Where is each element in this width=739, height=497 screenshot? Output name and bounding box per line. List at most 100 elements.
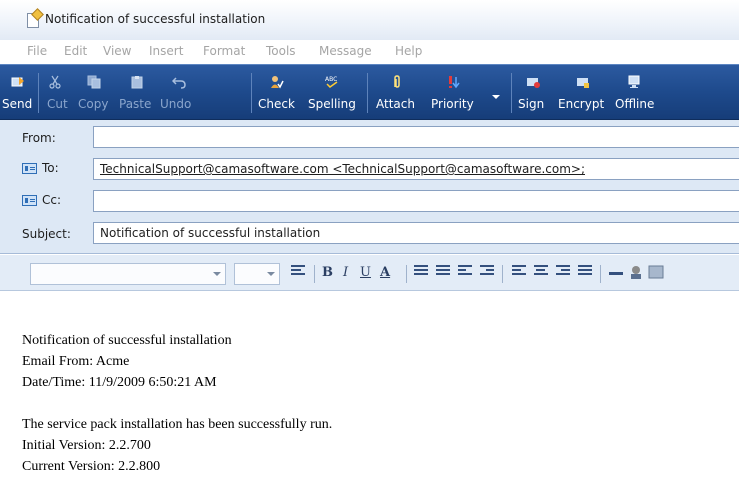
title-bar: Notification of successful installation: [0, 0, 739, 40]
send-label: Send: [2, 97, 33, 111]
undo-icon: [172, 77, 186, 89]
to-button[interactable]: To:: [20, 160, 72, 178]
bold-button[interactable]: B: [322, 265, 333, 280]
underline-button[interactable]: U: [360, 265, 371, 280]
offline-icon: [628, 75, 640, 88]
undo-button[interactable]: Undo: [158, 69, 198, 117]
format-separator: [600, 265, 601, 283]
encrypt-label: Encrypt: [558, 97, 605, 111]
horizontal-line-icon[interactable]: [609, 272, 623, 275]
send-button[interactable]: Send: [0, 69, 36, 117]
align-center-icon[interactable]: [534, 265, 548, 279]
toolbar-separator: [367, 73, 368, 113]
spelling-icon: ABC: [325, 76, 338, 88]
new-message-icon: [27, 13, 39, 28]
font-name-select[interactable]: [30, 263, 226, 285]
chevron-down-icon: [267, 272, 275, 276]
format-separator: [406, 265, 407, 283]
attach-label: Attach: [376, 97, 415, 111]
paperclip-icon: [394, 75, 400, 88]
menu-tools[interactable]: Tools: [266, 44, 296, 58]
subject-label: Subject:: [22, 227, 71, 241]
priority-icon: [449, 76, 460, 89]
attach-button[interactable]: Attach: [373, 69, 419, 117]
address-book-icon: [22, 163, 37, 174]
paste-icon: [131, 76, 143, 89]
toolbar-separator: [511, 73, 512, 113]
offline-label: Offline: [615, 97, 655, 111]
body-line-from: Email From: Acme: [22, 354, 130, 369]
to-label: To:: [42, 161, 59, 175]
formatting-toolbar: B I U A: [0, 255, 739, 291]
check-label: Check: [258, 97, 295, 111]
window-title: Notification of successful installation: [45, 12, 266, 26]
menu-bar: File Edit View Insert Format Tools Messa…: [0, 40, 739, 64]
body-line-title: Notification of successful installation: [22, 333, 232, 348]
cc-button[interactable]: Cc:: [20, 192, 72, 210]
encrypt-icon: [577, 78, 589, 88]
menu-file[interactable]: File: [27, 44, 47, 58]
toolbar-separator: [38, 73, 39, 113]
cc-field[interactable]: [93, 190, 739, 212]
main-toolbar: Send Cut Copy Paste Undo Check ABC Spell…: [0, 64, 739, 120]
check-button[interactable]: Check: [255, 69, 299, 117]
font-color-button[interactable]: A: [380, 265, 390, 280]
copy-button[interactable]: Copy: [75, 69, 113, 117]
from-label: From:: [22, 131, 56, 145]
subject-field[interactable]: Notification of successful installation: [93, 222, 739, 244]
increase-indent-icon[interactable]: [480, 265, 494, 279]
menu-view[interactable]: View: [103, 44, 131, 58]
align-left-icon[interactable]: [512, 265, 526, 279]
numbered-list-icon[interactable]: [414, 265, 428, 279]
message-header: From: To: TechnicalSupport@camasoftware.…: [0, 120, 739, 254]
encrypt-button[interactable]: Encrypt: [556, 69, 610, 117]
menu-help[interactable]: Help: [395, 44, 422, 58]
paragraph-style-icon[interactable]: [291, 265, 305, 279]
menu-message[interactable]: Message: [319, 44, 372, 58]
priority-dropdown-arrow-icon[interactable]: [492, 95, 500, 99]
copy-icon: [87, 75, 101, 89]
body-line-initial-version: Initial Version: 2.2.700: [22, 438, 151, 453]
cut-button[interactable]: Cut: [42, 69, 72, 117]
spelling-button[interactable]: ABC Spelling: [305, 69, 361, 117]
message-body[interactable]: Notification of successful installation …: [0, 292, 739, 497]
compose-window: Notification of successful installation …: [0, 0, 739, 497]
cc-label: Cc:: [42, 193, 62, 207]
spelling-label: Spelling: [308, 97, 356, 111]
copy-label: Copy: [78, 97, 109, 111]
check-names-icon: [271, 76, 284, 89]
sign-button[interactable]: Sign: [515, 69, 551, 117]
format-separator: [502, 265, 503, 283]
body-line-status: The service pack installation has been s…: [22, 417, 333, 432]
body-line-current-version: Current Version: 2.2.800: [22, 459, 161, 474]
scissors-icon: [49, 75, 61, 89]
sign-label: Sign: [518, 97, 545, 111]
paste-label: Paste: [119, 97, 152, 111]
insert-picture-icon[interactable]: [648, 264, 664, 280]
chevron-down-icon: [213, 272, 221, 276]
address-book-icon: [22, 195, 37, 206]
format-separator: [314, 265, 315, 283]
align-right-icon[interactable]: [556, 265, 570, 279]
bulleted-list-icon[interactable]: [436, 265, 450, 279]
priority-label: Priority: [431, 97, 474, 111]
paste-button[interactable]: Paste: [116, 69, 156, 117]
menu-format[interactable]: Format: [203, 44, 245, 58]
decrease-indent-icon[interactable]: [458, 265, 472, 279]
from-field[interactable]: [93, 126, 739, 148]
menu-edit[interactable]: Edit: [64, 44, 87, 58]
italic-button[interactable]: I: [343, 265, 348, 280]
send-icon: [11, 77, 24, 87]
hyperlink-icon[interactable]: [628, 264, 644, 280]
to-field[interactable]: TechnicalSupport@camasoftware.com <Techn…: [93, 158, 739, 180]
to-recipient[interactable]: TechnicalSupport@camasoftware.com <Techn…: [100, 162, 585, 176]
justify-icon[interactable]: [578, 265, 592, 279]
svg-text:ABC: ABC: [325, 76, 337, 83]
cut-label: Cut: [47, 97, 68, 111]
toolbar-separator: [251, 73, 252, 113]
menu-insert[interactable]: Insert: [149, 44, 183, 58]
body-line-datetime: Date/Time: 11/9/2009 6:50:21 AM: [22, 375, 217, 390]
offline-button[interactable]: Offline: [612, 69, 662, 117]
priority-button[interactable]: Priority: [429, 69, 500, 117]
font-size-select[interactable]: [234, 263, 280, 285]
